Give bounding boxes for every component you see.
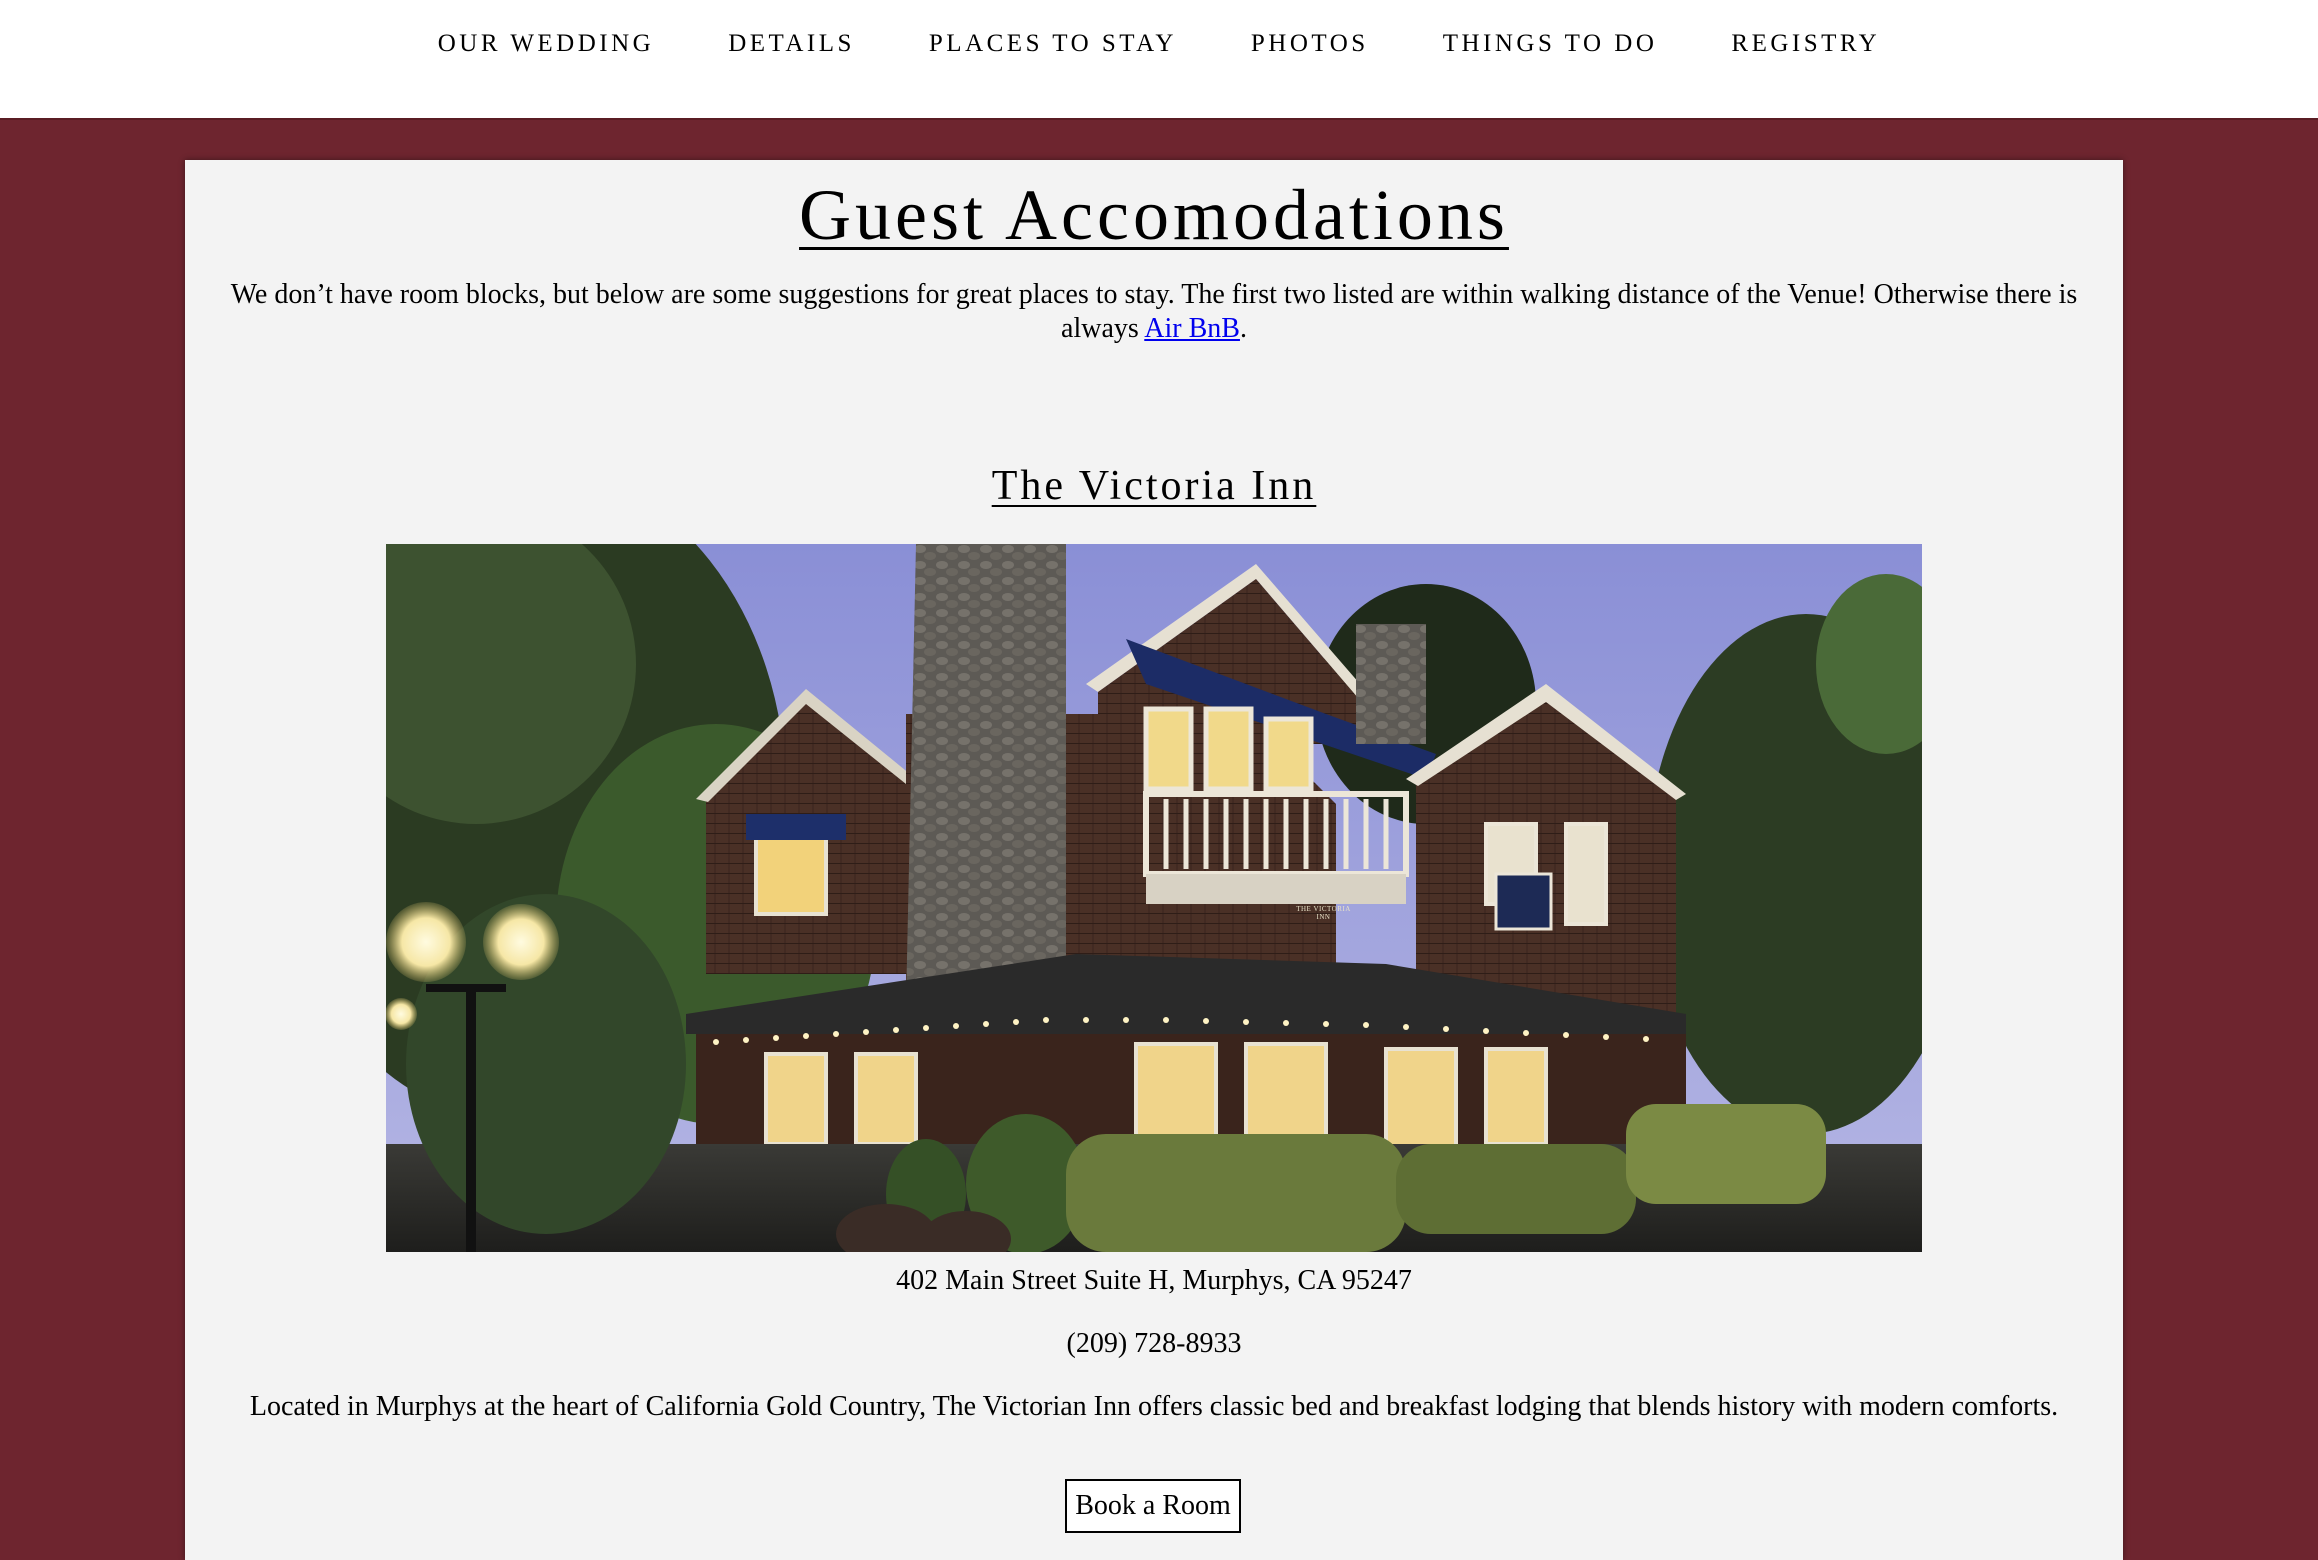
nav-item-registry[interactable]: REGISTRY (1731, 30, 1880, 58)
nav-item-details[interactable]: DETAILS (728, 30, 855, 58)
nav-menu: OUR WEDDING DETAILS PLACES TO STAY PHOTO… (0, 30, 2318, 58)
page-title: Guest Accomodations (185, 174, 2123, 257)
listing-title-text: The Victoria Inn (991, 463, 1317, 509)
inn-photo: THE VICTORIA INN (386, 544, 1922, 1252)
listing-phone: (209) 728-8933 (1066, 1328, 1242, 1359)
nav-item-things-to-do[interactable]: THINGS TO DO (1443, 30, 1658, 58)
page-title-text: Guest Accomodations (799, 175, 1509, 255)
intro-paragraph: We don’t have room blocks, but below are… (225, 278, 2083, 346)
top-navigation: OUR WEDDING DETAILS PLACES TO STAY PHOTO… (0, 0, 2318, 120)
nav-item-places-to-stay[interactable]: PLACES TO STAY (929, 30, 1177, 58)
nav-item-our-wedding[interactable]: OUR WEDDING (438, 30, 655, 58)
listing-address: 402 Main Street Suite H, Murphys, CA 952… (896, 1265, 1412, 1296)
intro-period: . (1239, 313, 1247, 344)
inn-photo-sign: THE VICTORIA INN (1296, 904, 1351, 921)
listing-title: The Victoria Inn (185, 462, 2123, 510)
airbnb-link[interactable]: Air BnB (1144, 313, 1240, 344)
nav-item-photos[interactable]: PHOTOS (1251, 30, 1369, 58)
content-panel: Guest Accomodations We don’t have room b… (185, 160, 2123, 1560)
listing-description: Located in Murphys at the heart of Calif… (249, 1391, 2059, 1422)
book-room-button[interactable]: Book a Room (1065, 1479, 1241, 1533)
